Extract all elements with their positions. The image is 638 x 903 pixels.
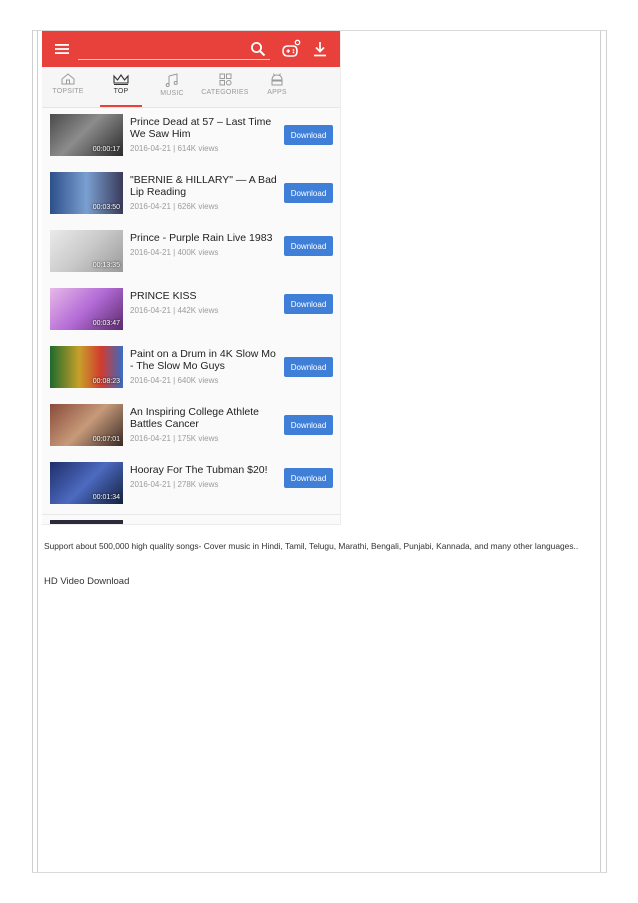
download-button[interactable]: Download [284, 236, 333, 256]
search-underline [78, 59, 270, 60]
page-border-left-inner [37, 30, 38, 872]
search-icon[interactable] [248, 38, 268, 60]
page-border-right-inner [600, 30, 601, 872]
video-meta: 2016-04-21 | 400K views [130, 248, 219, 257]
tab-apps[interactable]: APPS [260, 67, 294, 107]
list-item[interactable]: 00:03:50 "BERNIE & HILLARY" — A Bad Lip R… [42, 166, 340, 225]
video-title[interactable]: Hooray For The Tubman $20! [130, 464, 280, 476]
list-item[interactable]: 00:08:23 Paint on a Drum in 4K Slow Mo - … [42, 340, 340, 399]
list-item[interactable]: 00:01:34 Hooray For The Tubman $20! 2016-0… [42, 456, 340, 515]
tab-label: TOP [113, 88, 129, 95]
video-meta: 2016-04-21 | 640K views [130, 376, 219, 385]
download-button[interactable]: Download [284, 415, 333, 435]
next-video-thumbnail [50, 520, 123, 524]
hamburger-icon[interactable] [52, 38, 72, 60]
video-meta: 2016-04-21 | 278K views [130, 480, 219, 489]
video-meta: 2016-04-21 | 442K views [130, 306, 219, 315]
page-border-bottom [32, 872, 607, 873]
download-button[interactable]: Download [284, 468, 333, 488]
tab-label: CATEGORIES [201, 89, 249, 96]
video-meta: 2016-04-21 | 626K views [130, 202, 219, 211]
video-duration: 00:03:50 [92, 204, 120, 211]
download-button[interactable]: Download [284, 294, 333, 314]
video-duration: 00:03:47 [92, 320, 120, 327]
video-thumbnail[interactable]: 00:07:01 [50, 404, 123, 446]
video-thumbnail[interactable]: 00:03:47 [50, 288, 123, 330]
video-duration: 00:01:34 [92, 494, 120, 501]
app-toolbar [42, 31, 340, 67]
tab-top[interactable]: TOP [100, 67, 142, 107]
video-thumbnail[interactable]: 00:00:17 [50, 114, 123, 156]
video-thumbnail[interactable]: 00:03:50 [50, 172, 123, 214]
tab-label: APPS [267, 89, 287, 96]
grid-icon [219, 73, 232, 86]
video-title[interactable]: PRINCE KISS [130, 290, 280, 302]
video-duration: 00:00:17 [92, 146, 120, 153]
list-item[interactable]: 00:00:17 Prince Dead at 57 – Last Time We… [42, 108, 340, 167]
video-title[interactable]: Paint on a Drum in 4K Slow Mo - The Slow… [130, 348, 280, 372]
video-thumbnail[interactable]: 00:08:23 [50, 346, 123, 388]
video-title[interactable]: An Inspiring College Athlete Battles Can… [130, 406, 280, 430]
video-title[interactable]: Prince Dead at 57 – Last Time We Saw Him [130, 116, 280, 140]
home-icon [61, 73, 75, 85]
video-thumbnail[interactable]: 00:01:34 [50, 462, 123, 504]
download-icon[interactable] [310, 38, 330, 60]
video-duration: 00:08:23 [92, 378, 120, 385]
video-duration: 00:07:01 [92, 436, 120, 443]
video-meta: 2016-04-21 | 175K views [130, 434, 219, 443]
video-meta: 2016-04-21 | 614K views [130, 144, 219, 153]
tab-label: MUSIC [160, 90, 184, 97]
tab-categories[interactable]: CATEGORIES [200, 67, 250, 107]
music-note-icon [165, 73, 178, 87]
crown-icon [113, 74, 129, 85]
category-tabs: TOPSITE TOP MUSIC CATEGORIES APPS [42, 67, 340, 108]
tab-music[interactable]: MUSIC [154, 67, 190, 107]
download-button[interactable]: Download [284, 183, 333, 203]
list-item[interactable]: 00:07:01 An Inspiring College Athlete Bat… [42, 398, 340, 457]
game-controller-icon[interactable] [280, 38, 304, 60]
tab-topsite[interactable]: TOPSITE [48, 67, 88, 107]
tab-label: TOPSITE [52, 88, 84, 95]
section-heading: HD Video Download [44, 576, 130, 587]
app-screenshot: TOPSITE TOP MUSIC CATEGORIES APPS 00:00:… [42, 31, 341, 525]
description-text: Support about 500,000 high quality songs… [44, 541, 579, 551]
list-item[interactable]: 00:13:35 Prince - Purple Rain Live 1983 20… [42, 224, 340, 283]
video-thumbnail[interactable]: 00:13:35 [50, 230, 123, 272]
video-title[interactable]: Prince - Purple Rain Live 1983 [130, 232, 280, 244]
page-border-right [606, 30, 607, 872]
page-border-left [32, 30, 33, 872]
list-item[interactable]: 00:03:47 PRINCE KISS 2016-04-21 | 442K vie… [42, 282, 340, 341]
video-title[interactable]: "BERNIE & HILLARY" — A Bad Lip Reading [130, 174, 280, 198]
video-duration: 00:13:35 [92, 262, 120, 269]
download-button[interactable]: Download [284, 125, 333, 145]
android-icon [271, 73, 283, 86]
download-button[interactable]: Download [284, 357, 333, 377]
